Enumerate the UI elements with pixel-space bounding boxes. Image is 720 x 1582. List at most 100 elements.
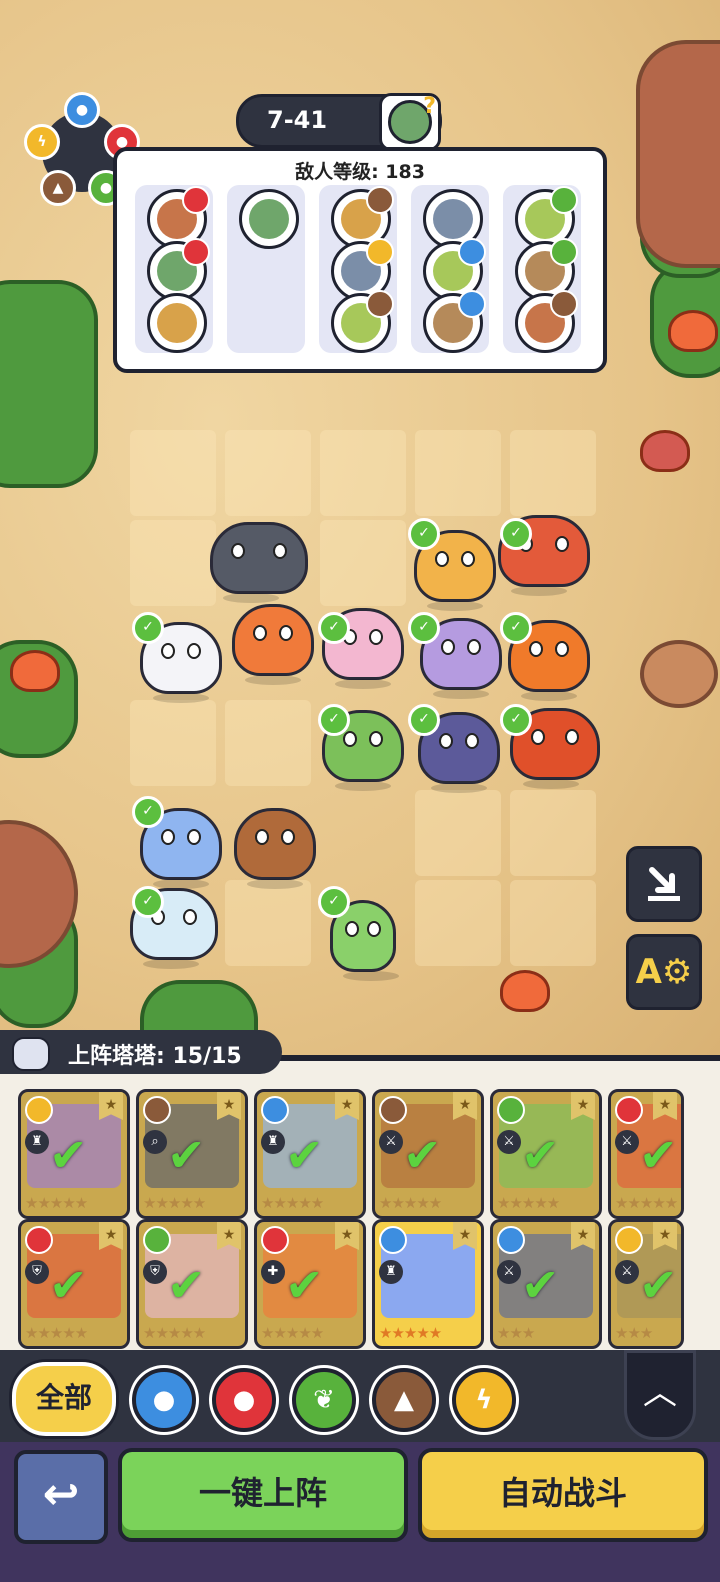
earth-element-icon: ▲ — [40, 170, 76, 206]
auto-gear-icon: A⚙ — [635, 952, 693, 992]
cactus-flower-decoration — [10, 650, 60, 692]
zombie-enemy[interactable] — [147, 293, 207, 353]
one-click-deploy-button[interactable]: 一键上阵 — [118, 1448, 408, 1542]
deployed-check-icon: ✔ — [49, 1258, 88, 1312]
monster-card[interactable]: ✚ ★ ✔ ★★★★★ — [254, 1219, 366, 1349]
filter-fire-icon[interactable]: ● — [212, 1368, 276, 1432]
grass-element-icon — [143, 1226, 171, 1254]
monster-card[interactable]: ⚔ ★ ✔ ★★★★★ — [372, 1089, 484, 1219]
enemy-preview-panel: 敌人等级: 183 — [113, 147, 607, 373]
shield-role-icon: ⛨ — [25, 1260, 49, 1284]
thumbs-up-icon: ✓ — [500, 518, 532, 550]
thumbs-up-icon: ✓ — [318, 612, 350, 644]
stage-number: 7-41 — [267, 106, 328, 134]
zombie-enemy[interactable] — [239, 189, 299, 249]
auto-battle-button[interactable]: 自动战斗 — [418, 1448, 708, 1542]
deployed-check-icon: ✔ — [521, 1128, 560, 1182]
star-rating: ★★★★★ — [25, 1324, 88, 1342]
thumbs-up-icon: ✓ — [500, 704, 532, 736]
star-rating: ★★★ — [615, 1324, 653, 1342]
zombie-question-icon[interactable]: ? — [379, 93, 441, 151]
bottom-actions: ↩ 一键上阵 自动战斗 — [0, 1442, 720, 1582]
deployed-check-icon: ✔ — [285, 1258, 324, 1312]
enemy-column — [227, 185, 305, 353]
fire-element-icon — [261, 1226, 289, 1254]
earth-element-icon — [366, 186, 394, 214]
auto-settings-button[interactable]: A⚙ — [626, 934, 702, 1010]
fire-element-icon — [182, 238, 210, 266]
bag-role-icon: ♜ — [261, 1130, 285, 1154]
sword-role-icon: ⚔ — [379, 1130, 403, 1154]
thunder-element-icon: ϟ — [24, 124, 60, 160]
star-rating: ★★★★★ — [143, 1194, 206, 1212]
monster-card[interactable]: ⚔ ★ ✔ ★★★★★ — [608, 1089, 684, 1219]
fire-element-icon — [182, 186, 210, 214]
deployed-check-icon: ✔ — [285, 1128, 324, 1182]
grass-element-icon — [497, 1096, 525, 1124]
earth-element-icon — [366, 290, 394, 318]
deployed-check-icon: ✔ — [49, 1128, 88, 1182]
filter-all-button[interactable]: 全部 — [12, 1362, 116, 1436]
deployed-check-icon: ✔ — [639, 1258, 678, 1312]
log-decoration — [640, 640, 718, 708]
filter-earth-icon[interactable]: ▲ — [372, 1368, 436, 1432]
cactus-flower-decoration — [668, 310, 718, 352]
fire-element-icon — [25, 1226, 53, 1254]
snail-monster[interactable] — [234, 808, 316, 889]
expand-roster-button[interactable]: ︿ — [624, 1350, 696, 1440]
filter-water-icon[interactable]: ● — [132, 1368, 196, 1432]
monster-card[interactable]: ⛨ ★ ✔ ★★★★★ — [18, 1219, 130, 1349]
monster-card[interactable]: ⚔ ★ ✔ ★★★ — [608, 1219, 684, 1349]
hat-decoration — [640, 430, 690, 472]
thumbs-up-icon: ✓ — [132, 886, 164, 918]
earth-element-icon — [143, 1096, 171, 1124]
thumbs-up-icon: ✓ — [408, 518, 440, 550]
fire-bunny-monster[interactable] — [232, 604, 314, 685]
monster-card[interactable]: ♜ ★ ✔ ★★★★★ — [18, 1089, 130, 1219]
goggle-zombie-enemy[interactable] — [423, 290, 486, 353]
dino-monster[interactable] — [210, 522, 308, 603]
lava-enemy[interactable] — [147, 238, 210, 301]
star-rating: ★★★★★ — [261, 1194, 324, 1212]
bag-role-icon: ♜ — [25, 1130, 49, 1154]
robot-cat-icon — [12, 1037, 50, 1071]
thumbs-up-icon: ✓ — [132, 612, 164, 644]
water-element-icon — [261, 1096, 289, 1124]
water-element-icon — [458, 290, 486, 318]
fire-element-icon — [615, 1096, 643, 1124]
thumbs-up-icon: ✓ — [318, 886, 350, 918]
thumbs-up-icon: ✓ — [408, 612, 440, 644]
star-rating: ★★★★★ — [379, 1324, 442, 1342]
monster-card[interactable]: ♜ ★ ★★★★★ — [372, 1219, 484, 1349]
thumbs-up-icon: ✓ — [318, 704, 350, 736]
monster-card[interactable]: ⌕ ★ ✔ ★★★★★ — [136, 1089, 248, 1219]
monster-card[interactable]: ⛨ ★ ✔ ★★★★★ — [136, 1219, 248, 1349]
water-element-icon — [379, 1226, 407, 1254]
cowboy-enemy[interactable] — [515, 290, 578, 353]
enemy-column — [503, 185, 581, 353]
search-role-icon: ⌕ — [143, 1130, 167, 1154]
grass-element-icon — [550, 238, 578, 266]
star-rating: ★★★★★ — [497, 1194, 560, 1212]
filter-grass-icon[interactable]: ❦ — [292, 1368, 356, 1432]
monster-card[interactable]: ⚔ ★ ✔ ★★★ — [490, 1219, 602, 1349]
back-button[interactable]: ↩ — [14, 1450, 108, 1544]
monster-card[interactable]: ⚔ ★ ✔ ★★★★★ — [490, 1089, 602, 1219]
star-rating: ★★★★★ — [379, 1194, 442, 1212]
water-element-icon — [458, 238, 486, 266]
heal-role-icon: ✚ — [261, 1260, 285, 1284]
bag-role-icon: ♜ — [379, 1260, 403, 1284]
grass-element-icon — [550, 186, 578, 214]
deployed-check-icon: ✔ — [167, 1258, 206, 1312]
roster-count-label: 上阵塔塔: 15/15 — [68, 1044, 242, 1069]
enemy-column — [319, 185, 397, 353]
star-rating: ★★★★★ — [25, 1194, 88, 1212]
deployed-check-icon: ✔ — [521, 1258, 560, 1312]
save-formation-button[interactable] — [626, 846, 702, 922]
hat-enemy[interactable] — [331, 290, 394, 353]
water-element-icon — [497, 1226, 525, 1254]
sword-role-icon: ⚔ — [615, 1130, 639, 1154]
filter-thunder-icon[interactable]: ϟ — [452, 1368, 516, 1432]
monster-card[interactable]: ♜ ★ ✔ ★★★★★ — [254, 1089, 366, 1219]
thumbs-up-icon: ✓ — [500, 612, 532, 644]
